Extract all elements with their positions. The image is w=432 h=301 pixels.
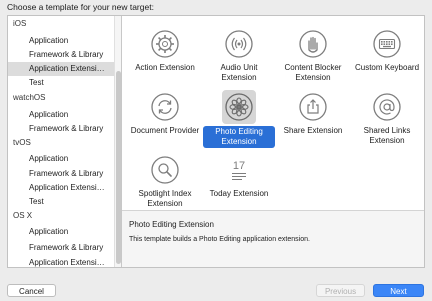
cancel-button[interactable]: Cancel	[7, 284, 56, 297]
sidebar-section-header: OS X	[13, 211, 33, 220]
sidebar-item[interactable]: Application	[8, 152, 114, 166]
template-tile[interactable]: 17 Today Extension	[203, 149, 275, 213]
sidebar-section-header: tvOS	[13, 138, 31, 147]
template-label: Share Extension	[277, 126, 349, 136]
template-tile[interactable]: Custom Keyboard	[351, 23, 423, 87]
template-label-text: Today Extension	[209, 189, 269, 198]
template-label: Document Provider	[129, 126, 201, 136]
sidebar-section-header: iOS	[13, 19, 27, 28]
template-tile[interactable]: Content Blocker Extension	[277, 23, 349, 87]
sidebar-item[interactable]: Application Extensi…	[8, 181, 114, 195]
template-tile[interactable]: Action Extension	[129, 23, 201, 87]
gear-icon	[150, 29, 180, 59]
template-tile[interactable]: Shared Links Extension	[351, 86, 423, 150]
template-chooser: iOS Application Framework & Library Applica…	[7, 15, 425, 268]
template-tile[interactable]: Document Provider	[129, 86, 201, 150]
next-button[interactable]: Next	[373, 284, 424, 297]
dialog-title: Choose a template for your new target:	[7, 2, 154, 12]
template-tile[interactable]: Audio Unit Extension	[203, 23, 275, 87]
sidebar-section-header: watchOS	[13, 93, 46, 102]
sidebar-item[interactable]: Application	[8, 108, 114, 122]
sidebar-item[interactable]: Framework & Library	[8, 241, 114, 255]
template-tile[interactable]: Spotlight Index Extension	[129, 149, 201, 213]
template-label: Custom Keyboard	[351, 63, 423, 73]
template-label-text: Share Extension	[283, 126, 343, 135]
sidebar-item[interactable]: Application Extensi…	[8, 62, 114, 76]
template-tile[interactable]: Share Extension	[277, 86, 349, 150]
hand-icon	[298, 29, 328, 59]
at-sign-icon	[372, 92, 402, 122]
sidebar-item[interactable]: Framework & Library	[8, 167, 114, 181]
template-label: Audio Unit Extension	[203, 63, 275, 83]
template-label-text: Shared Links Extension	[363, 126, 411, 145]
template-label: Shared Links Extension	[351, 126, 423, 146]
template-label: Today Extension	[203, 189, 275, 199]
template-grid: Action Extension Audio Unit Extension Cont…	[122, 16, 424, 210]
svg-text:17: 17	[233, 160, 245, 172]
template-label-text: Audio Unit Extension	[220, 63, 258, 82]
share-icon	[298, 92, 328, 122]
audio-wave-icon	[224, 29, 254, 59]
sidebar-item[interactable]: Test	[8, 76, 114, 90]
template-description-panel: Photo Editing Extension This template bu…	[122, 210, 424, 267]
sidebar-item[interactable]: Application Extensi…	[8, 256, 114, 267]
sidebar-item[interactable]: Framework & Library	[8, 48, 114, 62]
template-label: Action Extension	[129, 63, 201, 73]
template-label-text: Spotlight Index Extension	[138, 189, 192, 208]
sidebar-scrollbar[interactable]	[114, 16, 122, 267]
sidebar-scroll-thumb[interactable]	[116, 71, 121, 264]
template-label-text: Content Blocker Extension	[284, 63, 342, 82]
template-label: Spotlight Index Extension	[129, 189, 201, 209]
description-text: This template builds a Photo Editing app…	[129, 236, 310, 243]
template-tile[interactable]: Photo Editing Extension	[203, 86, 275, 150]
keyboard-icon	[372, 29, 402, 59]
template-label: Content Blocker Extension	[277, 63, 349, 83]
template-label-text: Custom Keyboard	[354, 63, 420, 72]
calendar-icon: 17	[224, 155, 254, 185]
template-label-text: Photo Editing Extension	[203, 126, 275, 148]
sidebar-item[interactable]: Application	[8, 34, 114, 48]
previous-button[interactable]: Previous	[316, 284, 365, 297]
sidebar-item[interactable]: Test	[8, 195, 114, 209]
description-title: Photo Editing Extension	[129, 220, 214, 229]
sidebar-item[interactable]: Framework & Library	[8, 122, 114, 136]
sidebar-item[interactable]: Application	[8, 225, 114, 239]
flower-icon	[224, 92, 254, 122]
platform-sidebar: iOS Application Framework & Library Applica…	[8, 16, 114, 267]
refresh-arrows-icon	[150, 92, 180, 122]
template-label-text: Document Provider	[130, 126, 200, 135]
template-label: Photo Editing Extension	[203, 126, 275, 148]
template-label-text: Action Extension	[135, 63, 195, 72]
magnifier-icon	[150, 155, 180, 185]
